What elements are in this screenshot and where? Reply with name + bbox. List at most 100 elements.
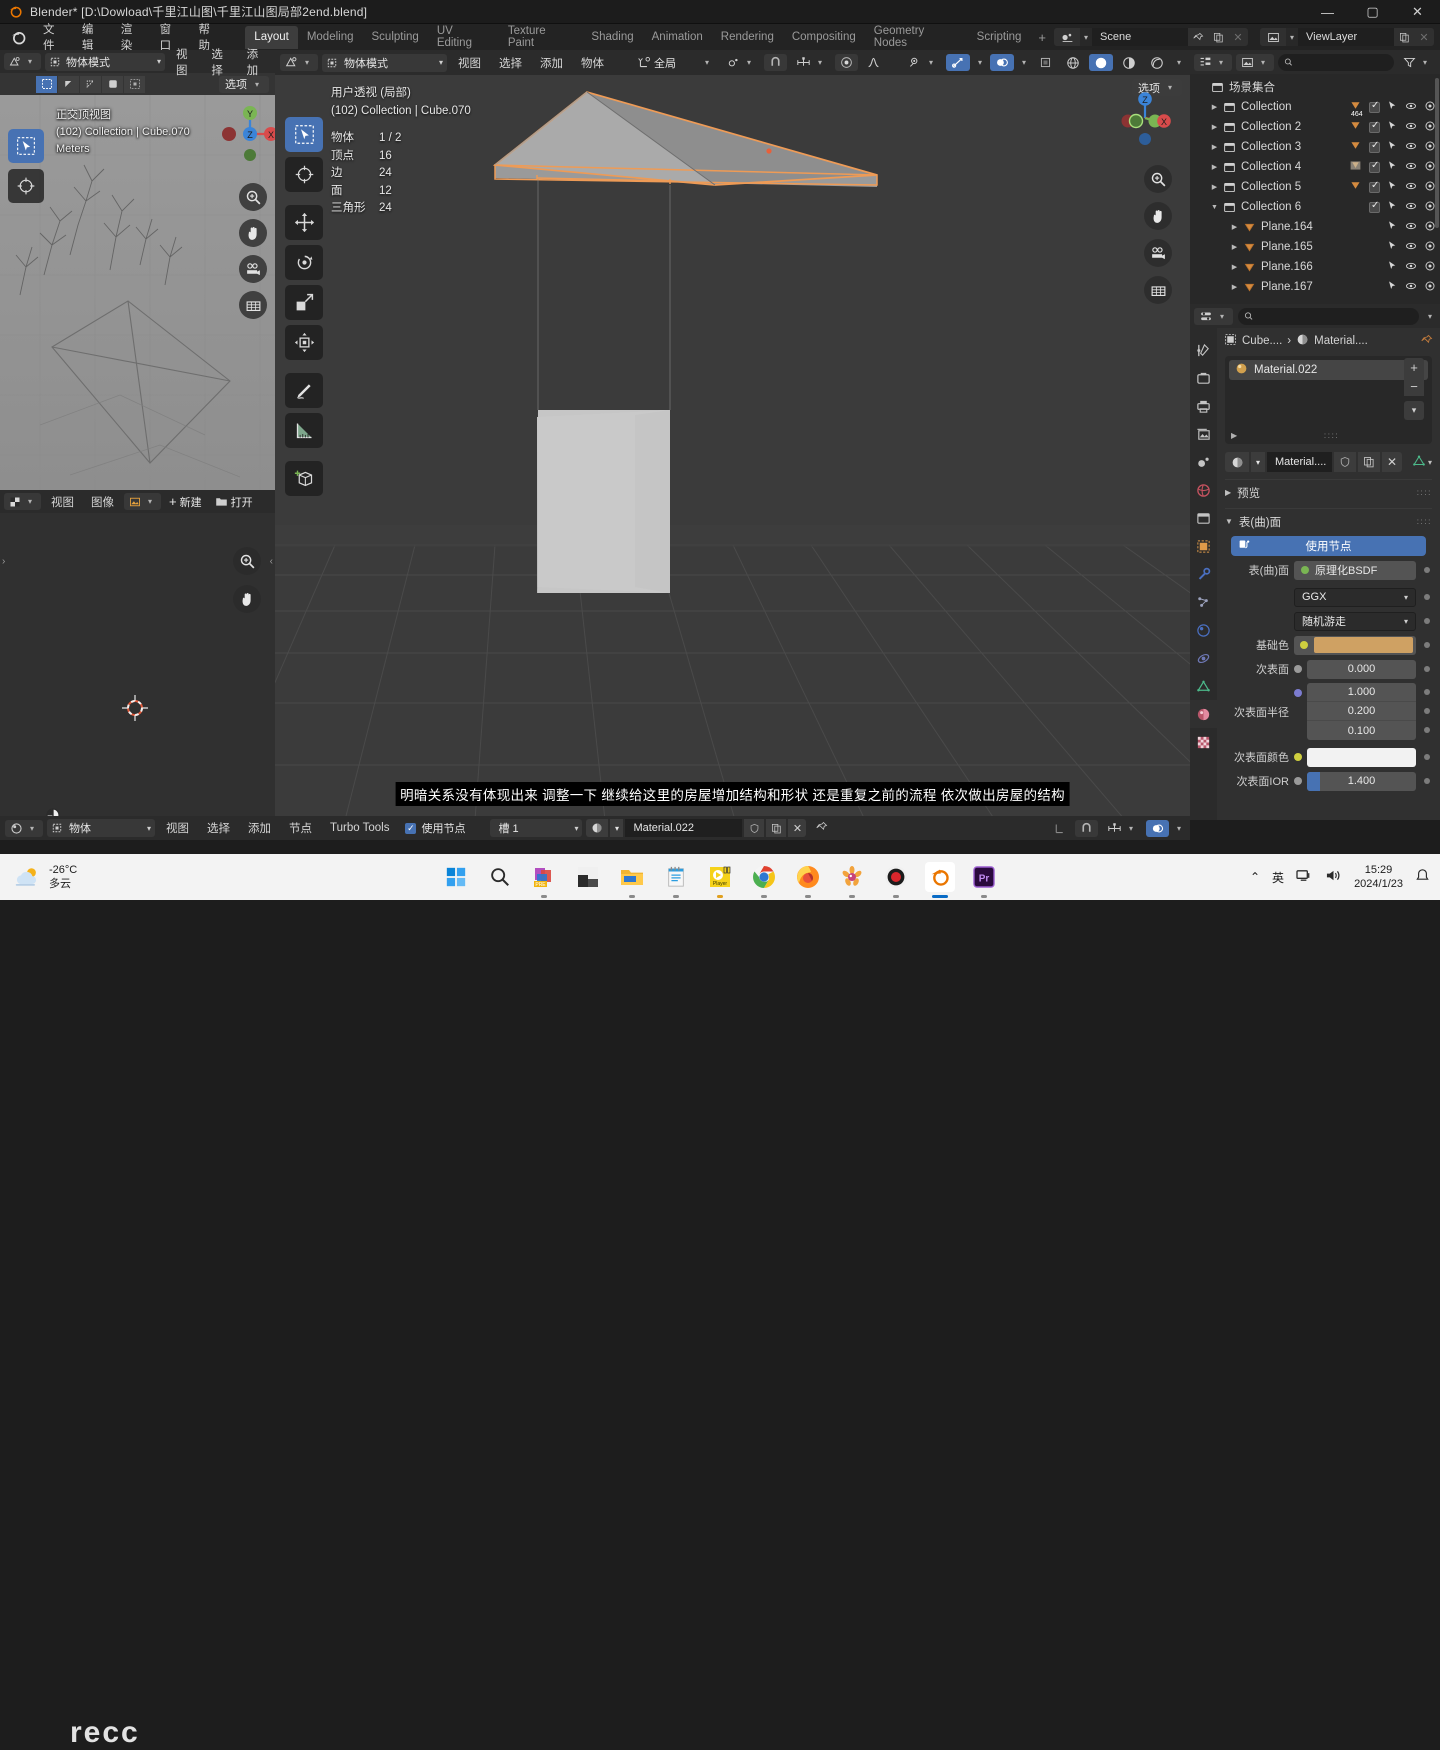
filter-cursor-icon[interactable] xyxy=(1387,180,1398,194)
subsurface-ior-output-dot[interactable] xyxy=(1424,778,1430,784)
panel-surface-grip[interactable]: :::: xyxy=(1417,517,1432,526)
left-menu-add[interactable]: 添加 xyxy=(240,46,271,78)
left-camera-icon[interactable] xyxy=(239,255,267,283)
pivot-chevron-icon[interactable]: ▾ xyxy=(743,58,755,67)
tool-cursor[interactable] xyxy=(285,157,323,192)
disable-render-camera-icon[interactable] xyxy=(1424,260,1436,275)
firefox-icon[interactable] xyxy=(793,862,823,898)
collection-checkbox[interactable] xyxy=(1369,160,1380,173)
left-mode-selector[interactable]: 物体模式 ▾ xyxy=(45,52,165,71)
collection-checkbox[interactable] xyxy=(1369,100,1380,113)
subsurface-color-output-dot[interactable] xyxy=(1424,754,1430,760)
base-color-output-dot[interactable] xyxy=(1424,642,1430,648)
tool-scale[interactable] xyxy=(285,285,323,320)
viewlayer-delete-icon[interactable]: ✕ xyxy=(1414,28,1434,46)
subsurface-radius-output-dot-y[interactable] xyxy=(1424,708,1430,714)
blender-icon[interactable] xyxy=(925,862,955,898)
proportional-falloff-selector[interactable] xyxy=(862,54,885,71)
start-icon[interactable] xyxy=(441,862,471,892)
select-island-mode-icon[interactable] xyxy=(124,75,145,93)
tab-object-data[interactable] xyxy=(1190,672,1217,700)
transform-orientation-selector[interactable]: 全局 ▾ xyxy=(633,54,718,71)
field-surface-value[interactable]: 原理化BSDF xyxy=(1294,560,1416,580)
player-icon[interactable]: Player xyxy=(705,862,735,898)
office-icon[interactable]: PRE xyxy=(529,862,559,898)
viewport-canvas[interactable]: 用户透视 (局部) (102) Collection | Cube.070 物体… xyxy=(275,75,1190,820)
select-face-mode-icon[interactable] xyxy=(102,75,123,93)
notifications-bell-icon[interactable] xyxy=(1415,868,1430,887)
add-material-slot-button[interactable]: + xyxy=(1404,358,1424,377)
collection-checkbox[interactable] xyxy=(1369,180,1380,193)
expand-chevron-icon[interactable]: ▶ xyxy=(1228,283,1241,291)
collapse-chevron-icon[interactable]: ▼ xyxy=(1208,204,1221,211)
flower-icon[interactable] xyxy=(837,862,867,898)
node-material-browse-chevron-icon[interactable]: ▾ xyxy=(610,819,624,837)
add-workspace-button[interactable]: + xyxy=(1030,28,1054,47)
material-slot-list[interactable]: Material.022 ▶ :::: + − ▾ xyxy=(1225,356,1432,444)
viewlayer-new-icon[interactable] xyxy=(1394,28,1414,46)
slot-resize-grip[interactable]: :::: xyxy=(1324,431,1339,440)
hide-eye-icon[interactable] xyxy=(1405,120,1417,135)
shading-rendered-icon[interactable] xyxy=(1145,54,1169,71)
outliner-search-field[interactable] xyxy=(1296,56,1388,68)
viewport-nav-gizmo[interactable]: X Z xyxy=(1114,87,1176,149)
outliner-row-collection-3[interactable]: ▶ Collection 3 xyxy=(1190,137,1440,157)
outliner-row-collection-2[interactable]: ▶ Collection 2 xyxy=(1190,117,1440,137)
volume-icon[interactable] xyxy=(1325,868,1342,886)
outliner-row-plane-167[interactable]: ▶ Plane.167 xyxy=(1190,277,1440,297)
outliner-tree[interactable]: 场景集合 ▶ Collection 464 ▶ xyxy=(1190,74,1440,304)
shading-chevron-icon[interactable]: ▾ xyxy=(1173,58,1185,67)
tab-modifiers[interactable] xyxy=(1190,560,1217,588)
properties-search-input[interactable] xyxy=(1238,307,1419,325)
image-new-button[interactable]: + 新建 xyxy=(164,493,207,510)
left-3d-viewport[interactable]: 正交顶视图 (102) Collection | Cube.070 Meters… xyxy=(0,95,275,490)
snap-pivot-selector[interactable]: ▾ xyxy=(722,54,760,71)
filter-cursor-icon[interactable] xyxy=(1387,260,1398,274)
node-new-material-copy-icon[interactable] xyxy=(766,819,787,837)
left-menu-view[interactable]: 视图 xyxy=(169,46,200,78)
tab-output[interactable] xyxy=(1190,392,1217,420)
viewport-menu-object[interactable]: 物体 xyxy=(574,55,611,71)
shader-editor-type-icon[interactable]: ▾ xyxy=(5,819,43,837)
filter-cursor-icon[interactable] xyxy=(1387,280,1398,294)
scene-icon[interactable] xyxy=(1054,28,1080,46)
node-snap-anchor-icon[interactable] xyxy=(1048,820,1071,837)
shading-material-preview-icon[interactable] xyxy=(1117,54,1141,71)
scene-delete-icon[interactable]: ✕ xyxy=(1228,28,1248,46)
subsurface-output-dot[interactable] xyxy=(1424,666,1430,672)
tool-tweak[interactable] xyxy=(285,117,323,152)
viewport-menu-view[interactable]: 视图 xyxy=(451,55,488,71)
material-slot-selector[interactable]: 槽 1 ▾ xyxy=(490,819,583,837)
node-material-name-field[interactable]: Material.022 xyxy=(625,819,743,837)
left-editor-type-icon[interactable]: ▾ xyxy=(4,53,41,70)
properties-options-chevron-icon[interactable]: ▾ xyxy=(1424,312,1436,321)
hide-eye-icon[interactable] xyxy=(1405,200,1417,215)
tab-rendering[interactable]: Rendering xyxy=(712,26,783,49)
field-base-color-value[interactable] xyxy=(1294,635,1416,655)
left-mode-chevron-icon[interactable]: ▾ xyxy=(157,57,161,66)
subsurface-method-output-dot[interactable] xyxy=(1424,618,1430,624)
file-explorer-icon[interactable] xyxy=(617,862,647,898)
subsurface-radius-z[interactable]: 0.100 xyxy=(1307,721,1416,740)
panel-surface-chevron-icon[interactable]: ▼ xyxy=(1225,517,1233,526)
field-subsurface-value[interactable]: 0.000 xyxy=(1307,659,1416,679)
scene-name-field[interactable]: Scene xyxy=(1092,28,1188,46)
tab-material[interactable] xyxy=(1190,700,1217,728)
field-subsurface-ior-value[interactable]: 1.400 xyxy=(1307,771,1416,791)
disable-render-camera-icon[interactable] xyxy=(1424,240,1436,255)
explorer-dark-icon[interactable] xyxy=(573,862,603,892)
outliner-row-plane-165[interactable]: ▶ Plane.165 xyxy=(1190,237,1440,257)
image-zoom-icon[interactable] xyxy=(233,547,261,575)
tab-world[interactable] xyxy=(1190,476,1217,504)
panel-preview-grip[interactable]: :::: xyxy=(1417,488,1432,497)
expand-chevron-icon[interactable]: ▶ xyxy=(1228,243,1241,251)
hide-eye-icon[interactable] xyxy=(1405,100,1417,115)
image-right-expand-arrow-icon[interactable]: ‹ xyxy=(270,556,273,567)
outliner-row-collection-6[interactable]: ▼ Collection 6 xyxy=(1190,197,1440,217)
outliner-scene-collection-row[interactable]: 场景集合 xyxy=(1190,77,1440,97)
viewport-toggle-perspective-icon[interactable] xyxy=(1144,276,1172,304)
visibility-selector[interactable]: ▾ xyxy=(903,54,942,71)
maximize-button[interactable]: ▢ xyxy=(1350,0,1395,24)
material-browse-icon[interactable] xyxy=(1225,452,1249,472)
network-icon[interactable] xyxy=(1296,868,1313,886)
